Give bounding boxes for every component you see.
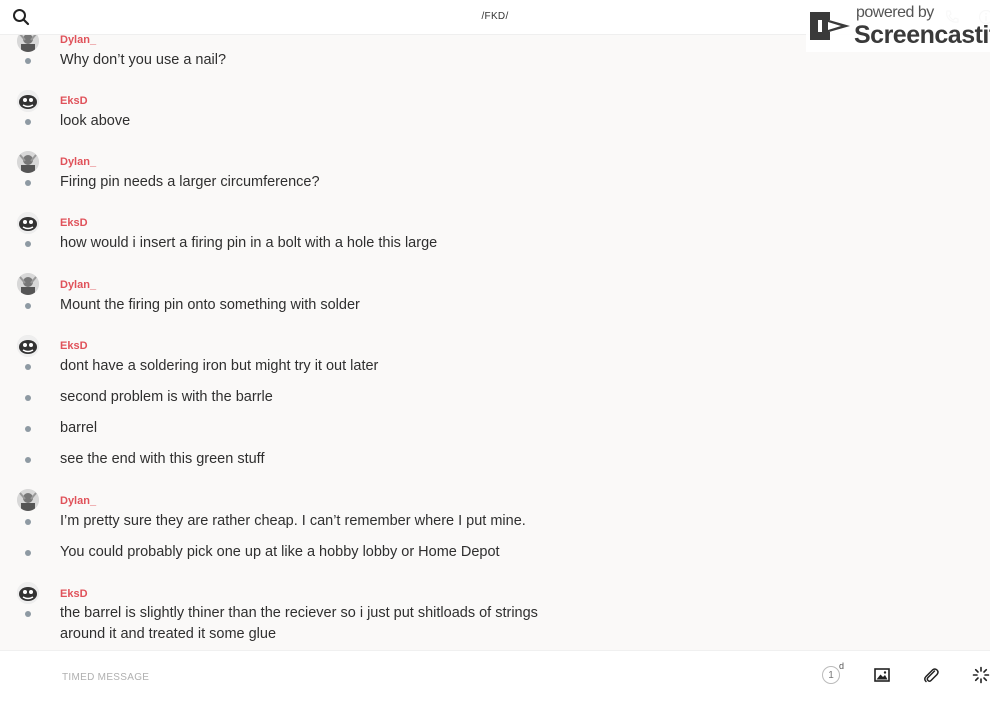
bullet-dot <box>25 550 31 556</box>
image-icon[interactable] <box>873 666 891 684</box>
sparkle-icon[interactable] <box>972 666 990 684</box>
bullet-dot <box>25 303 31 309</box>
eksd-avatar[interactable] <box>17 212 39 234</box>
dylan-avatar[interactable] <box>17 151 39 173</box>
bullet-dot <box>25 519 31 525</box>
bullet-dot <box>25 611 31 617</box>
message-text: Firing pin needs a larger circumference? <box>60 172 580 193</box>
bullet-dot <box>25 58 31 64</box>
eksd-avatar[interactable] <box>17 90 39 112</box>
bullet-dot <box>25 241 31 247</box>
author-name[interactable]: EksD <box>60 588 88 600</box>
screencastify-watermark: powered by Screencastify <box>806 2 990 52</box>
timer-unit: d <box>839 661 844 671</box>
bullet-dot <box>25 426 31 432</box>
message-text: I’m pretty sure they are rather cheap. I… <box>60 511 580 532</box>
dylan-avatar[interactable] <box>17 273 39 295</box>
author-name[interactable]: Dylan_ <box>60 34 96 46</box>
timer-button[interactable]: 1 d <box>822 664 846 686</box>
bullet-dot <box>25 457 31 463</box>
message-text: Mount the firing pin onto something with… <box>60 295 580 316</box>
author-name[interactable]: EksD <box>60 95 88 107</box>
screencastify-logo-icon <box>808 8 852 49</box>
eksd-avatar[interactable] <box>17 582 39 604</box>
message-text: how would i insert a firing pin in a bol… <box>60 233 580 254</box>
message-text: dont have a soldering iron but might try… <box>60 356 580 377</box>
watermark-line1: powered by <box>856 4 934 22</box>
bullet-dot <box>25 364 31 370</box>
author-name[interactable]: Dylan_ <box>60 279 96 291</box>
bullet-dot <box>25 180 31 186</box>
bullet-dot <box>25 395 31 401</box>
message-text: Why don’t you use a nail? <box>60 50 580 71</box>
dylan-avatar[interactable] <box>17 489 39 511</box>
message-text: see the end with this green stuff <box>60 449 580 470</box>
message-text: barrel <box>60 418 580 439</box>
message-text: look above <box>60 111 580 132</box>
author-name[interactable]: Dylan_ <box>60 156 96 168</box>
message-input[interactable] <box>60 663 764 691</box>
message-text: second problem is with the barrle <box>60 387 580 408</box>
watermark-line2: Screencastify <box>854 21 990 50</box>
eksd-avatar[interactable] <box>17 335 39 357</box>
author-name[interactable]: Dylan_ <box>60 495 96 507</box>
bullet-dot <box>25 119 31 125</box>
message-list: Dylan_ Why don’t you use a nail? EksD lo… <box>0 0 990 650</box>
paperclip-icon[interactable] <box>922 666 940 684</box>
author-name[interactable]: EksD <box>60 217 88 229</box>
author-name[interactable]: EksD <box>60 340 88 352</box>
timer-value: 1 <box>822 666 840 684</box>
message-text: the barrel is slightly thiner than the r… <box>60 603 550 645</box>
message-text: You could probably pick one up at like a… <box>60 542 580 563</box>
